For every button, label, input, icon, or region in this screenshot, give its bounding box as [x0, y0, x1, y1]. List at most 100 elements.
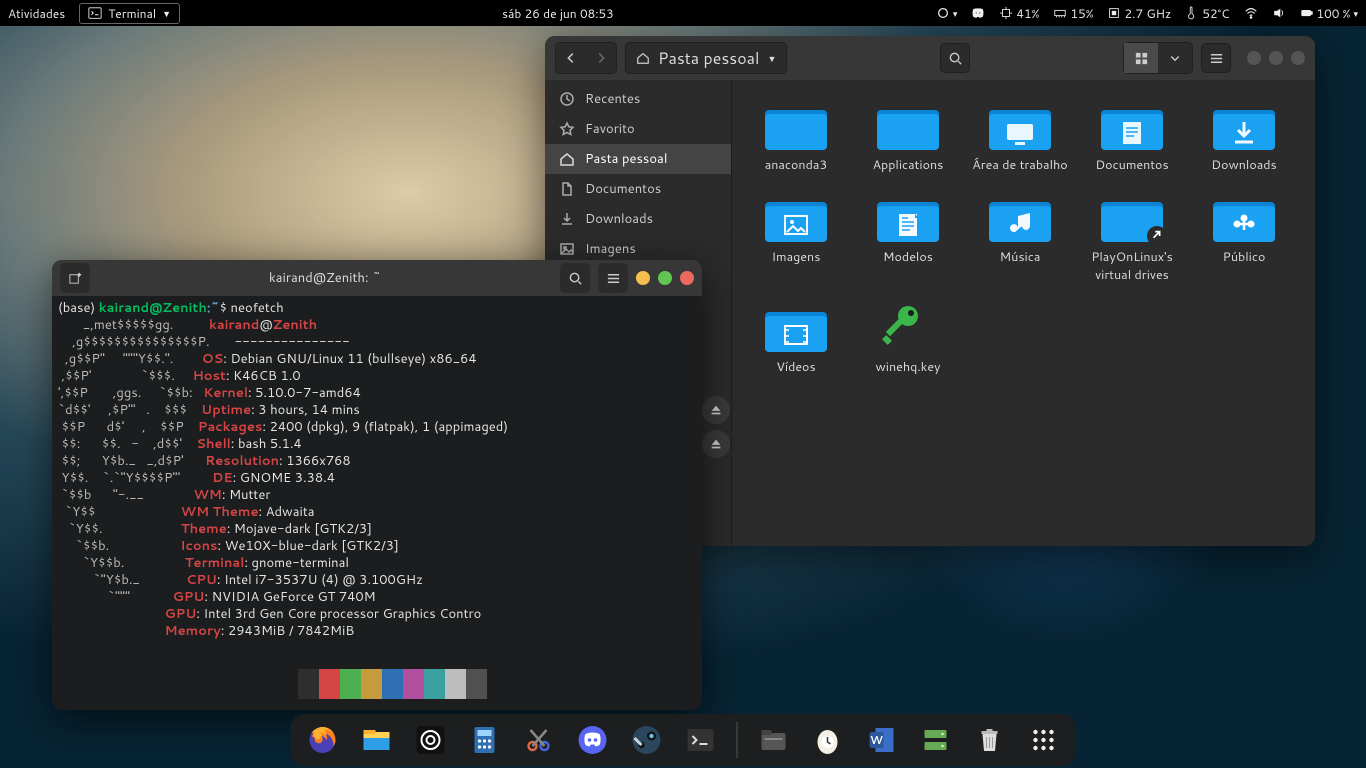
- hamburger-button[interactable]: [1201, 43, 1231, 73]
- dock-word[interactable]: W: [864, 722, 900, 758]
- dock-calculator[interactable]: [467, 722, 503, 758]
- item-label: anaconda3: [765, 156, 828, 174]
- item-label: Música: [1000, 248, 1041, 266]
- app-menu-label: Terminal: [108, 5, 156, 22]
- nav-back-button[interactable]: [556, 43, 586, 73]
- dock-clementine[interactable]: [413, 722, 449, 758]
- view-grid-button[interactable]: [1124, 43, 1158, 73]
- doc-icon: [559, 181, 575, 197]
- item-label: Área de trabalho: [972, 156, 1067, 174]
- dock-trash[interactable]: [972, 722, 1008, 758]
- folder-item-modelos[interactable]: Modelos: [854, 186, 962, 288]
- file-item-winehq-key[interactable]: winehq.key: [854, 296, 962, 380]
- sidebar-item-favorito[interactable]: Favorito: [545, 114, 731, 144]
- thermometer-icon: [1185, 6, 1199, 20]
- eject-button[interactable]: [702, 396, 730, 424]
- folder-item-applications[interactable]: Applications: [854, 94, 962, 178]
- window-close[interactable]: [1291, 51, 1305, 65]
- nav-forward-button[interactable]: [586, 43, 616, 73]
- window-minimize[interactable]: [636, 271, 650, 285]
- folder-item-imagens[interactable]: Imagens: [742, 186, 850, 288]
- item-label: Documentos: [1095, 156, 1168, 174]
- clock[interactable]: sáb 26 de jun 08:53: [180, 5, 936, 22]
- window-close[interactable]: [680, 271, 694, 285]
- item-label: winehq.key: [875, 358, 940, 376]
- home-icon: [636, 51, 650, 65]
- sidebar-item-downloads[interactable]: Downloads: [545, 204, 731, 234]
- discord-tray-icon[interactable]: [971, 6, 985, 20]
- sidebar-item-label: Pasta pessoal: [585, 150, 667, 168]
- folder-icon: [1211, 98, 1277, 152]
- item-label: Applications: [873, 156, 944, 174]
- files-headerbar: Pasta pessoal ▼: [545, 36, 1315, 80]
- terminal-menu-button[interactable]: [598, 263, 628, 293]
- dock-snip[interactable]: [521, 722, 557, 758]
- dock-steam[interactable]: [629, 722, 665, 758]
- record-indicator[interactable]: ▾: [936, 6, 958, 20]
- activities-button[interactable]: Atividades: [8, 5, 65, 22]
- cpu-icon: [999, 6, 1013, 20]
- path-bar[interactable]: Pasta pessoal ▼: [625, 42, 787, 74]
- folder-item-playonlinux-s-virtual-drives[interactable]: PlayOnLinux's virtual drives: [1078, 186, 1186, 288]
- folder-item-p-blico[interactable]: Público: [1190, 186, 1298, 288]
- dock-firefox[interactable]: [305, 722, 341, 758]
- download-icon: [559, 211, 575, 227]
- sidebar-item-pasta-pessoal[interactable]: Pasta pessoal: [545, 144, 731, 174]
- dock-separator: [737, 722, 738, 758]
- folder-icon: [875, 98, 941, 152]
- dock-file-explorer[interactable]: [359, 722, 395, 758]
- clock-icon: [559, 91, 575, 107]
- folder-item-documentos[interactable]: Documentos: [1078, 94, 1186, 178]
- folder-item--rea-de-trabalho[interactable]: Área de trabalho: [966, 94, 1074, 178]
- new-tab-button[interactable]: [60, 263, 90, 293]
- terminal-search-button[interactable]: [560, 263, 590, 293]
- dock-files[interactable]: [756, 722, 792, 758]
- sidebar-item-label: Documentos: [585, 180, 661, 198]
- battery-icon: [1300, 6, 1314, 20]
- dock-drives[interactable]: [918, 722, 954, 758]
- folder-icon: [987, 98, 1053, 152]
- star-icon: [559, 121, 575, 137]
- dock-terminal[interactable]: [683, 722, 719, 758]
- dock-discord[interactable]: [575, 722, 611, 758]
- volume-icon[interactable]: [1272, 6, 1286, 20]
- mem-indicator[interactable]: 15%: [1053, 5, 1093, 22]
- folder-icon: [1099, 190, 1165, 244]
- window-minimize[interactable]: [1247, 51, 1261, 65]
- wifi-icon[interactable]: [1244, 6, 1258, 20]
- dock-egg-timer[interactable]: [810, 722, 846, 758]
- sidebar-item-recentes[interactable]: Recentes: [545, 84, 731, 114]
- terminal-body[interactable]: (base) kairand@Zenith:~$ neofetch _,met$…: [52, 296, 702, 710]
- folder-icon: [875, 190, 941, 244]
- files-content[interactable]: anaconda3 Applications Área de trabalho Doc…: [732, 80, 1315, 546]
- folder-item-v-deos[interactable]: Vídeos: [742, 296, 850, 380]
- home-icon: [559, 151, 575, 167]
- sidebar-item-documentos[interactable]: Documentos: [545, 174, 731, 204]
- temp-indicator[interactable]: 52°C: [1185, 5, 1229, 22]
- sidebar-item-label: Favorito: [585, 120, 635, 138]
- view-options-button[interactable]: [1158, 43, 1192, 73]
- top-bar: Atividades Terminal ▼ sáb 26 de jun 08:5…: [0, 0, 1366, 26]
- symlink-badge-icon: [1147, 226, 1167, 246]
- folder-item-downloads[interactable]: Downloads: [1190, 94, 1298, 178]
- sidebar-item-label: Imagens: [585, 240, 636, 258]
- folder-item-anaconda3[interactable]: anaconda3: [742, 94, 850, 178]
- memory-icon: [1053, 6, 1067, 20]
- search-button[interactable]: [940, 43, 970, 73]
- eject-button[interactable]: [702, 430, 730, 458]
- item-label: Imagens: [772, 248, 821, 266]
- battery-indicator[interactable]: 100 %▾: [1300, 5, 1358, 22]
- sidebar-item-label: Recentes: [585, 90, 640, 108]
- cpu-indicator[interactable]: 41%: [999, 5, 1039, 22]
- chip-icon: [1107, 6, 1121, 20]
- dock-apps-grid[interactable]: [1026, 722, 1062, 758]
- folder-item-m-sica[interactable]: Música: [966, 186, 1074, 288]
- freq-indicator[interactable]: 2.7 GHz: [1107, 5, 1171, 22]
- terminal-window: kairand@Zenith: ~ (base) kairand@Zenith:…: [52, 260, 702, 710]
- window-maximize[interactable]: [1269, 51, 1283, 65]
- folder-icon: [763, 190, 829, 244]
- folder-icon: [763, 300, 829, 354]
- window-maximize[interactable]: [658, 271, 672, 285]
- app-menu[interactable]: Terminal ▼: [79, 3, 180, 24]
- window-controls: [1247, 51, 1305, 65]
